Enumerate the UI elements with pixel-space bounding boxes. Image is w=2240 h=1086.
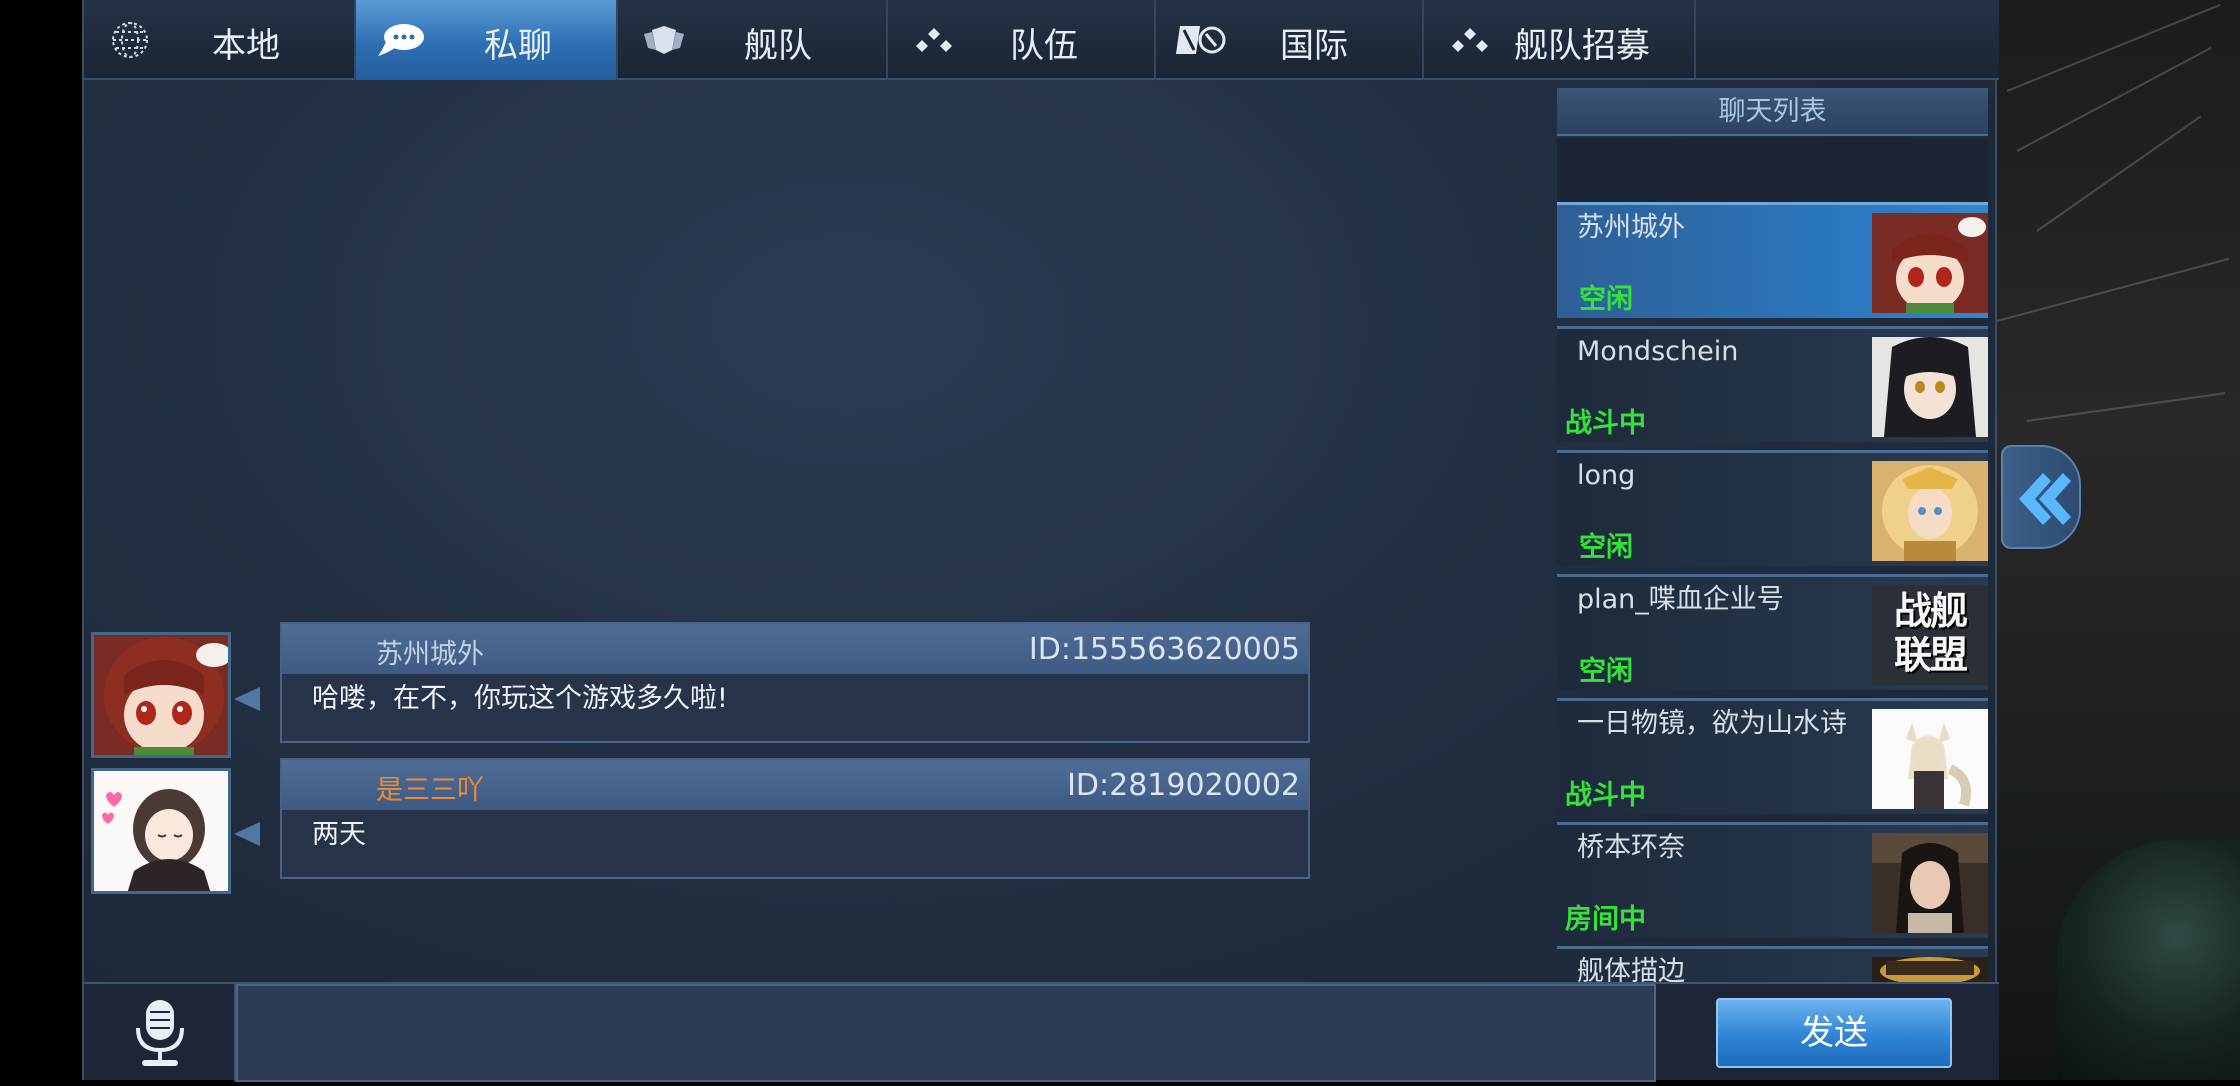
message-sender-id: ID:2819020002 — [1067, 768, 1300, 803]
contact-avatar — [1872, 461, 1988, 561]
input-bar: 发送 — [84, 982, 1999, 1082]
double-chevron-left-icon — [2019, 473, 2071, 525]
message-text: 两天 — [312, 819, 366, 850]
contact-item[interactable]: 舰体描边 — [1557, 946, 1988, 983]
tab-private-chat[interactable]: 私聊 — [356, 0, 618, 80]
contact-item[interactable]: long 空闲 — [1557, 450, 1988, 566]
chat-message: 是三三吖 ID:2819020002 两天 — [280, 758, 1310, 879]
tab-team[interactable]: 队伍 — [888, 0, 1156, 80]
message-text: 哈喽，在不，你玩这个游戏多久啦! — [312, 683, 728, 714]
message-sender-id: ID:155563620005 — [1028, 632, 1300, 667]
message-pointer — [234, 822, 260, 846]
avatar-darkhair-anime-icon — [1872, 337, 1988, 437]
avatar-redhair-girl-icon — [94, 635, 228, 755]
chat-list-title: 聊天列表 — [1557, 88, 1988, 136]
contact-avatar — [1872, 957, 1988, 983]
chat-message: 苏州城外 ID:155563620005 哈喽，在不，你玩这个游戏多久啦! — [280, 622, 1310, 743]
team-dots-icon — [916, 28, 952, 52]
message-input[interactable] — [236, 984, 1656, 1082]
tab-local[interactable]: 本地 — [84, 0, 356, 80]
contact-name: plan_喋血企业号 — [1577, 584, 1784, 615]
contact-avatar — [1872, 709, 1988, 809]
tab-international[interactable]: 国际 — [1156, 0, 1424, 80]
collapse-panel-button[interactable] — [2001, 445, 2081, 549]
message-area: 苏州城外 ID:155563620005 哈喽，在不，你玩这个游戏多久啦! 是三… — [84, 82, 1552, 982]
tab-label: 舰队招募 — [1514, 26, 1650, 66]
contact-status: 空闲 — [1579, 532, 1633, 563]
send-button[interactable]: 发送 — [1716, 998, 1952, 1068]
contact-name: 一日物镜，欲为山水诗 — [1577, 708, 1847, 739]
contact-item[interactable]: 一日物镜，欲为山水诗 战斗中 — [1557, 698, 1988, 814]
tab-fleet[interactable]: 舰队 — [618, 0, 888, 80]
avatar-naval-captain-icon — [1872, 957, 1988, 983]
contact-item[interactable]: 苏州城外 空闲 — [1557, 202, 1988, 318]
contact-name: Mondschein — [1577, 336, 1739, 367]
contact-avatar — [1872, 213, 1988, 313]
game-screen: 本地 私聊 舰队 队伍 国际 舰队招募 苏州城外 ID:155563620005… — [0, 0, 2240, 1082]
tab-fleet-recruit[interactable]: 舰队招募 — [1424, 0, 1696, 80]
chat-list-panel: 聊天列表 苏州城外 空闲 Mondschein 战斗中 long 空闲 plan… — [1555, 88, 1990, 983]
avatar-foxgirl-sketch-icon — [1872, 709, 1988, 809]
avatar-redhair-girl-icon — [1872, 213, 1988, 313]
message-pointer — [234, 687, 260, 711]
contact-item[interactable]: 桥本环奈 房间中 — [1557, 822, 1988, 938]
contact-name: 桥本环奈 — [1577, 832, 1685, 863]
game-logo-badge: 战舰联盟 — [1893, 589, 1968, 677]
chat-list-spacer — [1557, 138, 1988, 202]
tab-label: 本地 — [212, 26, 280, 66]
contact-name: long — [1577, 460, 1636, 491]
contact-name: 舰体描边 — [1577, 956, 1685, 984]
sender-avatar[interactable] — [91, 768, 231, 894]
flag-icon — [1176, 26, 1226, 54]
channel-tab-bar: 本地 私聊 舰队 队伍 国际 舰队招募 — [84, 0, 1999, 80]
avatar-blonde-warrior-icon — [1872, 461, 1988, 561]
message-header: 苏州城外 ID:155563620005 — [282, 624, 1308, 674]
contact-status: 空闲 — [1579, 284, 1633, 315]
recruit-dots-icon — [1452, 28, 1488, 52]
tab-label: 国际 — [1280, 26, 1348, 66]
contact-avatar — [1872, 337, 1988, 437]
sender-avatar[interactable] — [91, 632, 231, 758]
message-header: 是三三吖 ID:2819020002 — [282, 760, 1308, 810]
contact-status: 空闲 — [1579, 656, 1633, 687]
message-sender-name[interactable]: 苏州城外 — [376, 632, 484, 671]
chat-panel: 本地 私聊 舰队 队伍 国际 舰队招募 苏州城外 ID:155563620005… — [82, 0, 1999, 1082]
microphone-icon — [136, 1000, 184, 1066]
globe-icon — [112, 22, 148, 58]
message-sender-name[interactable]: 是三三吖 — [376, 768, 484, 807]
fleet-emblem-icon — [644, 26, 684, 54]
avatar-brownhair-girl-icon — [94, 771, 228, 891]
voice-input-button[interactable] — [84, 984, 236, 1082]
contact-item[interactable]: Mondschein 战斗中 — [1557, 326, 1988, 442]
contact-status: 房间中 — [1565, 904, 1646, 935]
tab-label: 私聊 — [484, 26, 552, 66]
contact-avatar: 战舰联盟 — [1872, 585, 1988, 685]
tab-label: 舰队 — [744, 26, 812, 66]
contact-item[interactable]: plan_喋血企业号 空闲 战舰联盟 — [1557, 574, 1988, 690]
contact-status: 战斗中 — [1565, 408, 1646, 439]
contact-avatar — [1872, 833, 1988, 933]
tab-label: 队伍 — [1010, 26, 1078, 66]
contact-status: 战斗中 — [1565, 780, 1646, 811]
avatar-photo-girl-icon — [1872, 833, 1988, 933]
contact-name: 苏州城外 — [1577, 212, 1685, 243]
chat-bubble-icon — [378, 24, 424, 56]
